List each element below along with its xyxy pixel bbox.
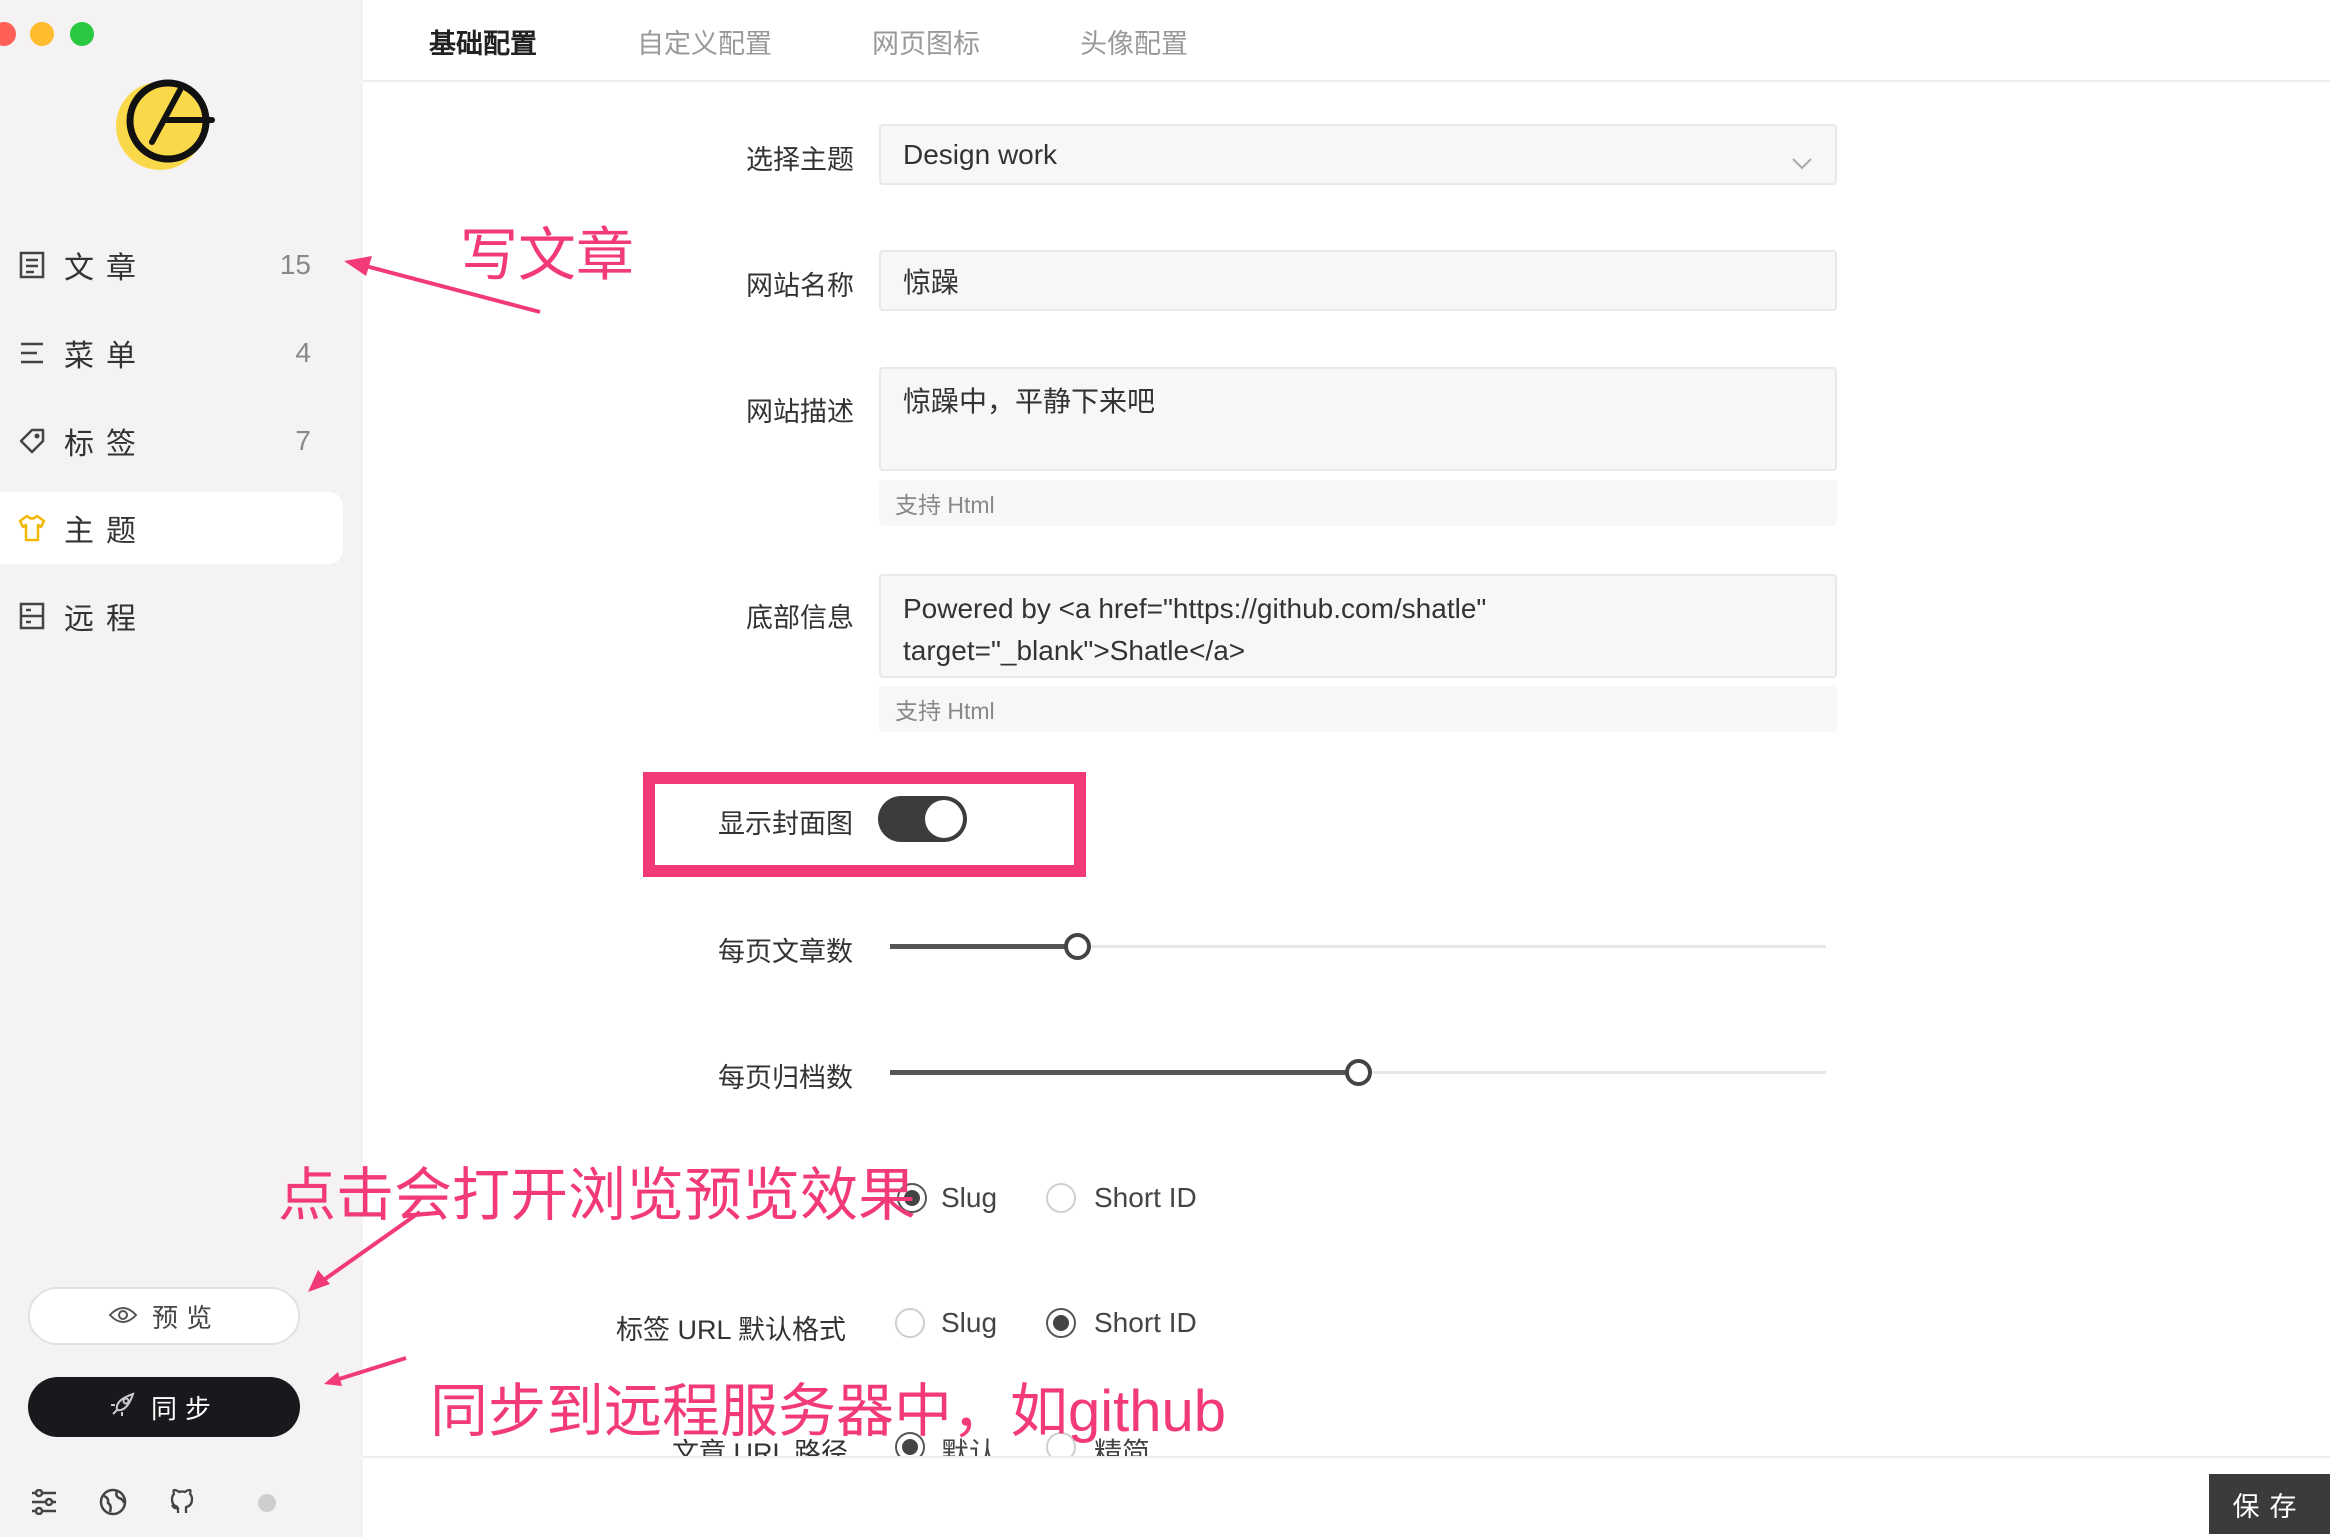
arrow-to-posts: [357, 262, 541, 314]
arrow-to-preview: [316, 1210, 422, 1286]
arrow-to-sync: [335, 1356, 407, 1382]
annotation-arrows: [308, 256, 541, 1386]
